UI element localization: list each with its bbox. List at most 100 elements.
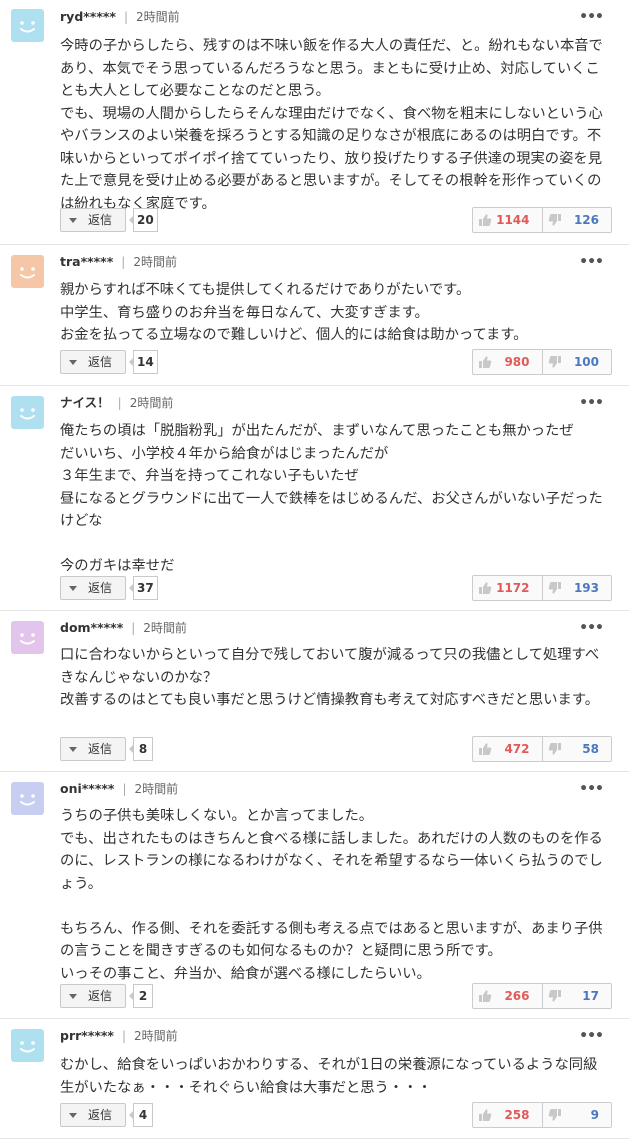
reply-count[interactable]: 14 — [129, 350, 158, 374]
reply-count[interactable]: 37 — [129, 576, 158, 600]
timestamp: 2時間前 — [134, 1029, 178, 1043]
username[interactable]: ナイス！ — [60, 395, 110, 410]
reply-count[interactable]: 4 — [129, 1103, 153, 1127]
reply-button[interactable]: 返信 — [60, 737, 126, 761]
chevron-down-icon — [69, 586, 77, 591]
dislike-button[interactable]: 17 — [543, 984, 612, 1008]
comment-header: dom***** | 2時間前 — [60, 620, 187, 636]
comment-header: ryd***** | 2時間前 — [60, 9, 180, 25]
comment-text: 俺たちの頃は「脱脂粉乳」が出たんだが、まずいなんて思ったことも無かったぜ だいい… — [60, 423, 603, 574]
timestamp: 2時間前 — [133, 255, 177, 269]
avatar[interactable] — [11, 782, 44, 815]
username[interactable]: oni***** — [60, 781, 114, 796]
comment-text: うちの子供も美味しくない。とか言ってました。 でも、出されたものはきちんと食べる… — [60, 808, 603, 982]
more-options-icon[interactable]: ••• — [579, 621, 604, 635]
reply-button[interactable]: 返信 — [60, 208, 126, 232]
like-button[interactable]: 266 — [473, 984, 543, 1008]
reply-count[interactable]: 8 — [129, 737, 153, 761]
comment-header: oni***** | 2時間前 — [60, 781, 178, 797]
comment-text: むかし、給食をいっぱいおかわりする、それが1日の栄養源になっているような同級生が… — [60, 1057, 598, 1096]
like-count: 258 — [504, 1108, 530, 1122]
like-count: 472 — [504, 742, 530, 756]
like-button[interactable]: 1144 — [473, 208, 543, 232]
username[interactable]: ryd***** — [60, 9, 116, 24]
chevron-down-icon — [69, 994, 77, 999]
comment-item: ryd***** | 2時間前 ••• 今時の子からしたら、残すのは不味い飯を作る大人の… — [0, 0, 629, 245]
dislike-button[interactable]: 126 — [543, 208, 612, 232]
avatar[interactable] — [11, 9, 44, 42]
comment-item: tra***** | 2時間前 ••• 親からすれば不味くても提供してくれるだけでありが… — [0, 245, 629, 386]
dislike-count: 193 — [573, 581, 599, 595]
like-button[interactable]: 472 — [473, 737, 543, 761]
vote-box: 266 17 — [472, 983, 612, 1009]
chevron-down-icon — [69, 360, 77, 365]
like-count: 1172 — [496, 581, 530, 595]
dislike-button[interactable]: 58 — [543, 737, 612, 761]
comment-header: tra***** | 2時間前 — [60, 254, 177, 270]
comment-item: prr***** | 2時間前 ••• むかし、給食をいっぱいおかわりする、それが1日の… — [0, 1019, 629, 1139]
timestamp: 2時間前 — [134, 782, 179, 796]
reply-count[interactable]: 20 — [129, 208, 158, 232]
reply-label: 返信 — [88, 1108, 113, 1122]
timestamp: 2時間前 — [129, 396, 174, 410]
username[interactable]: tra***** — [60, 254, 113, 269]
vote-box: 258 9 — [472, 1102, 612, 1128]
like-count: 980 — [504, 355, 530, 369]
vote-box: 472 58 — [472, 736, 612, 762]
reply-button[interactable]: 返信 — [60, 984, 126, 1008]
comment-header: prr***** | 2時間前 — [60, 1028, 178, 1044]
separator: | — [121, 1029, 127, 1043]
chevron-down-icon — [69, 747, 77, 752]
avatar[interactable] — [11, 1029, 44, 1062]
separator: | — [131, 621, 136, 635]
separator: | — [117, 396, 122, 410]
like-button[interactable]: 258 — [473, 1103, 543, 1127]
dislike-count: 9 — [590, 1108, 599, 1122]
chevron-down-icon — [69, 1113, 77, 1118]
comment-header: ナイス！ | 2時間前 — [60, 395, 173, 411]
more-options-icon[interactable]: ••• — [579, 255, 604, 269]
reply-label: 返信 — [88, 213, 113, 227]
reply-label: 返信 — [88, 355, 113, 369]
separator: | — [121, 255, 126, 269]
reply-label: 返信 — [88, 989, 113, 1003]
dislike-button[interactable]: 9 — [543, 1103, 612, 1127]
timestamp: 2時間前 — [143, 621, 187, 635]
more-options-icon[interactable]: ••• — [579, 782, 604, 796]
comment-item: ナイス！ | 2時間前 ••• 俺たちの頃は「脱脂粉乳」が出たんだが、まずいなんて思った… — [0, 386, 629, 611]
comment-text: 口に合わないからといって自分で残しておいて腹が減るって只の我儘として処理すべきな… — [60, 647, 600, 708]
vote-box: 980 100 — [472, 349, 612, 375]
reply-button[interactable]: 返信 — [60, 350, 126, 374]
reply-button[interactable]: 返信 — [60, 1103, 126, 1127]
dislike-button[interactable]: 193 — [543, 576, 612, 600]
dislike-count: 58 — [582, 742, 599, 756]
username[interactable]: dom***** — [60, 620, 123, 635]
comment-list: ryd***** | 2時間前 ••• 今時の子からしたら、残すのは不味い飯を作る大人の… — [0, 0, 629, 1139]
separator: | — [122, 782, 127, 796]
vote-box: 1172 193 — [472, 575, 612, 601]
dislike-button[interactable]: 100 — [543, 350, 612, 374]
dislike-count: 17 — [582, 989, 599, 1003]
reply-label: 返信 — [88, 742, 113, 756]
avatar[interactable] — [11, 255, 44, 288]
vote-box: 1144 126 — [472, 207, 612, 233]
username[interactable]: prr***** — [60, 1028, 114, 1043]
more-options-icon[interactable]: ••• — [579, 10, 604, 24]
timestamp: 2時間前 — [136, 10, 180, 24]
comment-text: 今時の子からしたら、残すのは不味い飯を作る大人の責任だ、と。紛れもない本音であり… — [60, 38, 603, 212]
more-options-icon[interactable]: ••• — [579, 396, 604, 410]
avatar[interactable] — [11, 621, 44, 654]
like-button[interactable]: 980 — [473, 350, 543, 374]
reply-count[interactable]: 2 — [129, 984, 153, 1008]
like-count: 266 — [504, 989, 530, 1003]
dislike-count: 100 — [573, 355, 599, 369]
separator: | — [123, 10, 128, 24]
comment-item: oni***** | 2時間前 ••• うちの子供も美味しくない。とか言ってました。 で… — [0, 772, 629, 1019]
reply-button[interactable]: 返信 — [60, 576, 126, 600]
like-count: 1144 — [496, 213, 530, 227]
avatar[interactable] — [11, 396, 44, 429]
like-button[interactable]: 1172 — [473, 576, 543, 600]
more-options-icon[interactable]: ••• — [579, 1029, 604, 1043]
dislike-count: 126 — [573, 213, 599, 227]
chevron-down-icon — [69, 218, 77, 223]
